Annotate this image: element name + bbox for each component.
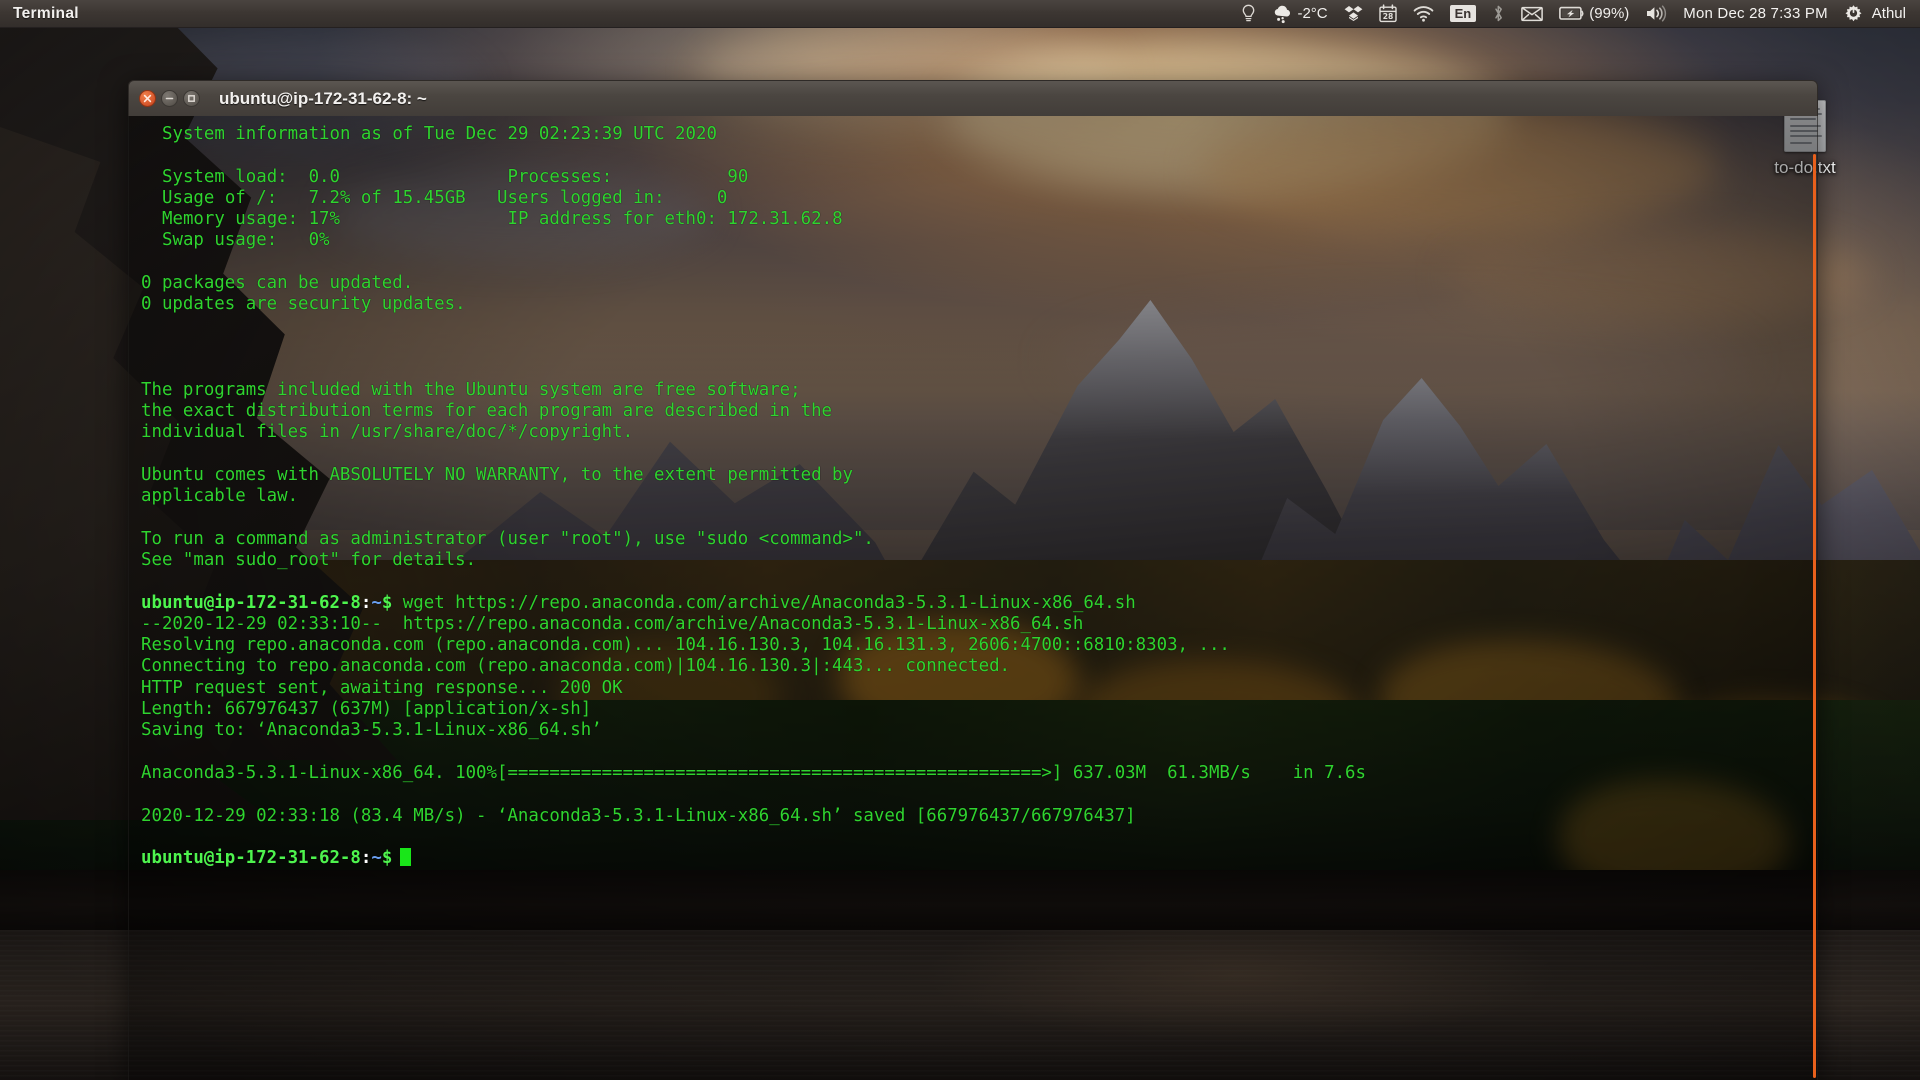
top-panel: Terminal -2°C 28 En (99%) Mon Dec 28 7:3… bbox=[0, 0, 1920, 28]
system-tray: -2°C 28 En (99%) Mon Dec 28 7:33 PM Athu… bbox=[1233, 0, 1920, 28]
prompt-user-host: ubuntu@ip-172-31-62-8 bbox=[141, 592, 361, 613]
terminal-line: Length: 667976437 (637M) [application/x-… bbox=[141, 699, 592, 720]
terminal-body[interactable]: System information as of Tue Dec 29 02:2… bbox=[128, 116, 1818, 1080]
terminal-line: The programs included with the Ubuntu sy… bbox=[141, 379, 801, 400]
close-icon[interactable] bbox=[139, 90, 156, 107]
terminal-cursor bbox=[400, 848, 412, 867]
prompt-dollar: $ bbox=[381, 592, 393, 613]
terminal-line: Usage of /: 7.2% of 15.45GB Users logged… bbox=[162, 187, 728, 208]
prompt-path: ~ bbox=[371, 592, 382, 613]
volume-icon[interactable] bbox=[1637, 0, 1675, 28]
terminal-command: wget https://repo.anaconda.com/archive/A… bbox=[392, 592, 1136, 613]
terminal-line: Swap usage: 0% bbox=[162, 230, 330, 251]
terminal-line: Anaconda3-5.3.1-Linux-x86_64. 100%[=====… bbox=[141, 762, 1366, 783]
terminal-output: System information as of Tue Dec 29 02:2… bbox=[141, 124, 1817, 869]
weather-indicator[interactable]: -2°C bbox=[1264, 0, 1335, 28]
battery-percent-label: (99%) bbox=[1589, 5, 1630, 22]
terminal-line: Saving to: ‘Anaconda3-5.3.1-Linux-x86_64… bbox=[141, 720, 602, 741]
terminal-line: System load: 0.0 Processes: 90 bbox=[162, 166, 749, 187]
prompt-colon: : bbox=[360, 592, 372, 613]
calendar-icon[interactable]: 28 bbox=[1371, 0, 1405, 28]
keyboard-layout-label: En bbox=[1449, 5, 1477, 22]
maximize-icon[interactable] bbox=[183, 90, 200, 107]
terminal-line: System information as of Tue Dec 29 02:2… bbox=[162, 124, 717, 144]
terminal-prompt-line: ubuntu@ip-172-31-62-8:~$ wget https://re… bbox=[141, 593, 1817, 614]
bluetooth-icon[interactable] bbox=[1484, 0, 1513, 28]
mail-icon[interactable] bbox=[1513, 0, 1551, 28]
terminal-line: 2020-12-29 02:33:18 (83.4 MB/s) - ‘Anaco… bbox=[141, 805, 1136, 826]
terminal-title: ubuntu@ip-172-31-62-8: ~ bbox=[219, 88, 427, 108]
minimize-icon[interactable] bbox=[161, 90, 178, 107]
clock-indicator[interactable]: Mon Dec 28 7:33 PM bbox=[1675, 0, 1836, 28]
terminal-scrollbar[interactable] bbox=[1813, 154, 1816, 1078]
temperature-label: -2°C bbox=[1297, 5, 1328, 22]
terminal-line: To run a command as administrator (user … bbox=[141, 528, 874, 549]
terminal-line: Ubuntu comes with ABSOLUTELY NO WARRANTY… bbox=[141, 464, 853, 485]
terminal-title-bar[interactable]: ubuntu@ip-172-31-62-8: ~ bbox=[128, 80, 1818, 116]
terminal-line: Memory usage: 17% IP address for eth0: 1… bbox=[162, 209, 843, 230]
battery-indicator[interactable]: (99%) bbox=[1551, 0, 1637, 28]
terminal-window[interactable]: ubuntu@ip-172-31-62-8: ~ System informat… bbox=[128, 80, 1818, 1080]
terminal-line: Connecting to repo.anaconda.com (repo.an… bbox=[141, 656, 1011, 677]
prompt-path: ~ bbox=[371, 848, 382, 869]
terminal-line: individual files in /usr/share/doc/*/cop… bbox=[141, 422, 634, 443]
terminal-prompt-line: ubuntu@ip-172-31-62-8:~$ bbox=[141, 848, 1817, 869]
dropbox-icon[interactable] bbox=[1336, 0, 1371, 28]
terminal-line: applicable law. bbox=[141, 486, 299, 507]
bulb-icon[interactable] bbox=[1233, 0, 1264, 28]
clock-label: Mon Dec 28 7:33 PM bbox=[1683, 5, 1828, 22]
terminal-line: HTTP request sent, awaiting response... … bbox=[141, 677, 623, 698]
screen: to-do.txt ubuntu@ip-172-31-62-8: ~ Syste… bbox=[0, 0, 1920, 1080]
session-menu[interactable]: Athul bbox=[1836, 0, 1914, 28]
svg-text:28: 28 bbox=[1382, 12, 1393, 21]
keyboard-layout-indicator[interactable]: En bbox=[1442, 0, 1485, 28]
panel-app-title[interactable]: Terminal bbox=[13, 5, 79, 23]
terminal-line: --2020-12-29 02:33:10-- https://repo.ana… bbox=[141, 613, 1084, 634]
wifi-icon[interactable] bbox=[1405, 0, 1442, 28]
prompt-dollar: $ bbox=[381, 848, 393, 869]
prompt-colon: : bbox=[360, 848, 372, 869]
prompt-user-host: ubuntu@ip-172-31-62-8 bbox=[141, 848, 361, 869]
terminal-line: 0 packages can be updated. bbox=[141, 273, 414, 294]
terminal-line: 0 updates are security updates. bbox=[141, 294, 466, 315]
username-label: Athul bbox=[1871, 5, 1906, 22]
terminal-line: the exact distribution terms for each pr… bbox=[141, 400, 833, 421]
terminal-line: See "man sudo_root" for details. bbox=[141, 549, 477, 570]
terminal-line: Resolving repo.anaconda.com (repo.anacon… bbox=[141, 635, 1230, 656]
